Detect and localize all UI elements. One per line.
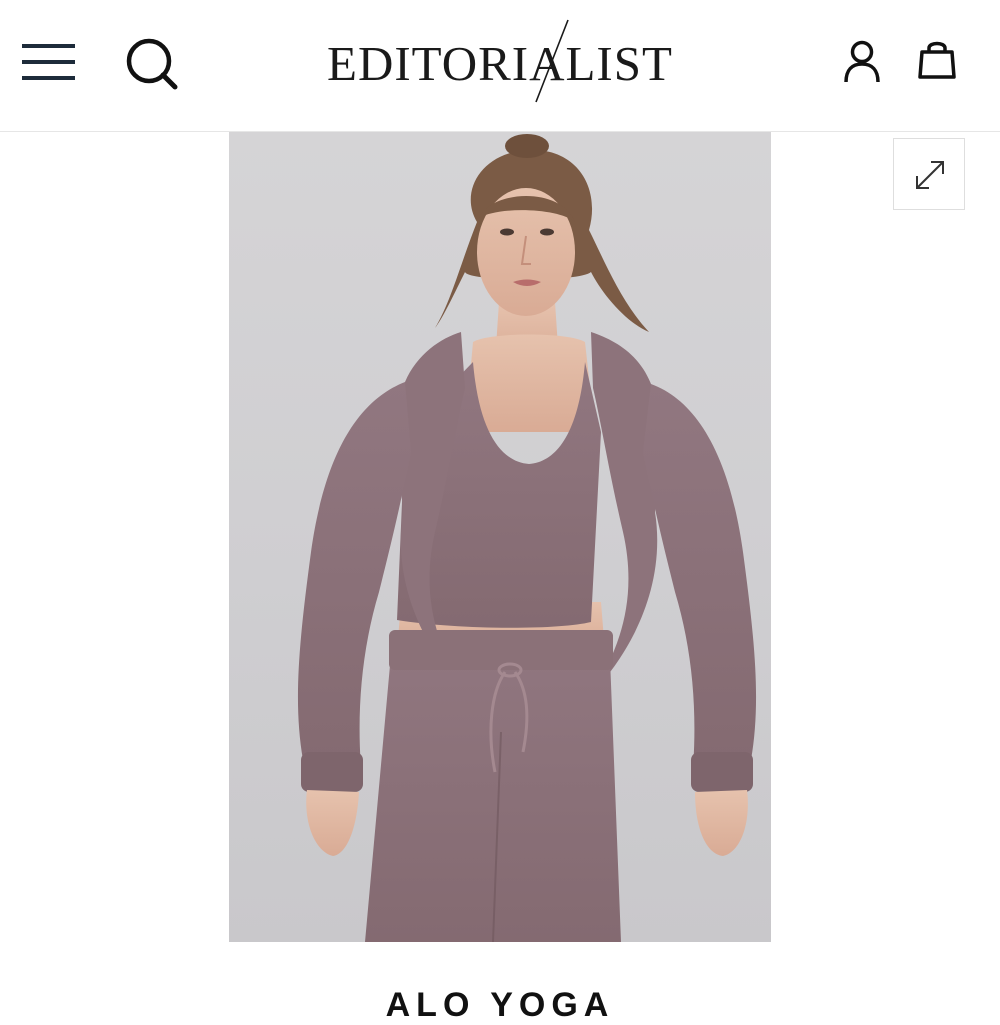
hamburger-menu-icon — [22, 44, 75, 80]
expand-icon — [916, 161, 944, 189]
site-logo[interactable]: EDITORIALIST — [300, 18, 700, 108]
product-image[interactable] — [229, 132, 771, 942]
search-button[interactable] — [124, 36, 180, 92]
user-icon — [844, 40, 880, 83]
product-brand-name[interactable]: ALO YOGA — [0, 985, 1000, 1025]
product-photo — [297, 134, 757, 942]
shopping-bag-icon — [918, 41, 956, 79]
site-header: EDITORIALIST — [0, 0, 1000, 132]
account-button[interactable] — [838, 38, 886, 86]
expand-image-button[interactable] — [893, 138, 965, 210]
logo-wordmark: EDITORIALIST — [327, 36, 673, 91]
search-icon — [126, 38, 178, 90]
shopping-bag-button[interactable] — [912, 36, 962, 86]
menu-button[interactable] — [22, 40, 76, 84]
